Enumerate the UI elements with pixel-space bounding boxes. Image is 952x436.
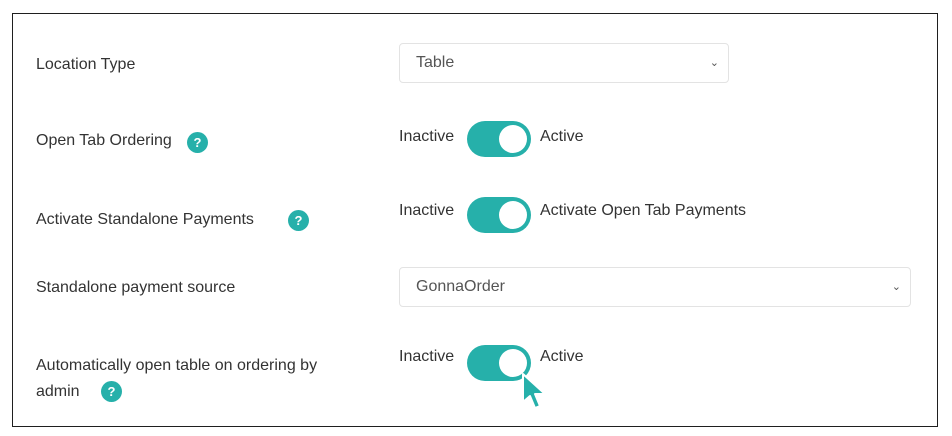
toggle-knob: [499, 201, 527, 229]
open-tab-ordering-active-label: Active: [540, 128, 584, 145]
question-icon[interactable]: ?: [101, 381, 122, 402]
standalone-payments-toggle[interactable]: [467, 197, 531, 233]
payment-source-label: Standalone payment source: [36, 279, 236, 296]
auto-open-table-label-line2: admin: [36, 383, 80, 400]
question-icon[interactable]: ?: [187, 132, 208, 153]
auto-open-table-active-label: Active: [540, 348, 584, 365]
location-type-select[interactable]: Table ⌄: [399, 43, 729, 83]
standalone-payments-active-label: Activate Open Tab Payments: [540, 202, 747, 219]
question-icon[interactable]: ?: [288, 210, 309, 231]
location-type-value: Table: [416, 54, 455, 71]
open-tab-ordering-toggle[interactable]: [467, 121, 531, 157]
payment-source-value: GonnaOrder: [416, 278, 505, 295]
standalone-payments-inactive-label: Inactive: [399, 202, 455, 219]
standalone-payments-label: Activate Standalone Payments: [36, 211, 254, 228]
open-tab-ordering-inactive-label: Inactive: [399, 128, 455, 145]
auto-open-table-inactive-label: Inactive: [399, 348, 455, 365]
payment-source-select[interactable]: GonnaOrder ⌄: [399, 267, 911, 307]
chevron-down-icon: ⌄: [709, 57, 719, 69]
chevron-down-icon: ⌄: [891, 281, 901, 293]
pointer-cursor-icon: [522, 373, 546, 409]
settings-panel: Location Type Table ⌄ Open Tab Ordering …: [12, 13, 938, 427]
auto-open-table-label-line1: Automatically open table on ordering by: [36, 357, 318, 374]
location-type-label: Location Type: [36, 56, 136, 73]
toggle-knob: [499, 125, 527, 153]
open-tab-ordering-label: Open Tab Ordering: [36, 132, 172, 149]
